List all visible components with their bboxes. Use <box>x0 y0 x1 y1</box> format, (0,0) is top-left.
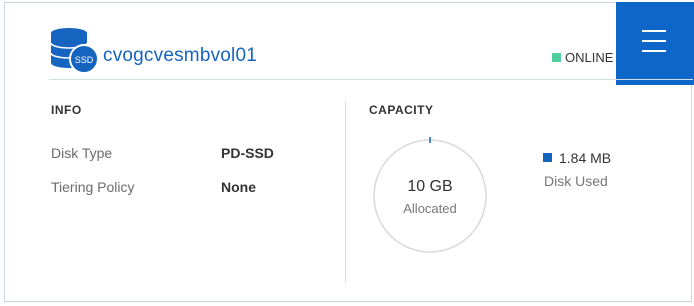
status-badge: ONLINE <box>552 50 613 65</box>
database-ssd-icon: SSD <box>50 28 99 74</box>
tiering-policy-value: None <box>221 179 256 195</box>
section-divider <box>345 101 346 283</box>
disk-used-legend-icon <box>543 153 552 162</box>
status-text: ONLINE <box>565 50 614 65</box>
header-divider <box>49 79 693 80</box>
disk-used-label: Disk Used <box>544 173 608 189</box>
disk-type-label: Disk Type <box>51 145 113 161</box>
volume-card: SSD cvogcvesmbvol01 ONLINE INFO Disk Typ… <box>4 2 694 302</box>
status-indicator-icon <box>552 53 561 62</box>
volume-name[interactable]: cvogcvesmbvol01 <box>103 45 257 67</box>
disk-type-value: PD-SSD <box>221 145 274 161</box>
allocated-label: Allocated <box>403 201 457 216</box>
ssd-badge-text: SSD <box>75 55 94 65</box>
allocated-value: 10 GB <box>407 178 453 195</box>
volume-header: SSD cvogcvesmbvol01 ONLINE <box>5 2 694 85</box>
disk-used-value: 1.84 MB <box>559 150 612 166</box>
capacity-donut-chart <box>373 137 487 253</box>
menu-button[interactable] <box>616 2 694 85</box>
hamburger-menu-icon <box>642 30 666 32</box>
capacity-section-title: CAPACITY <box>369 103 434 117</box>
info-section-title: INFO <box>51 103 82 117</box>
tiering-policy-label: Tiering Policy <box>51 179 135 195</box>
